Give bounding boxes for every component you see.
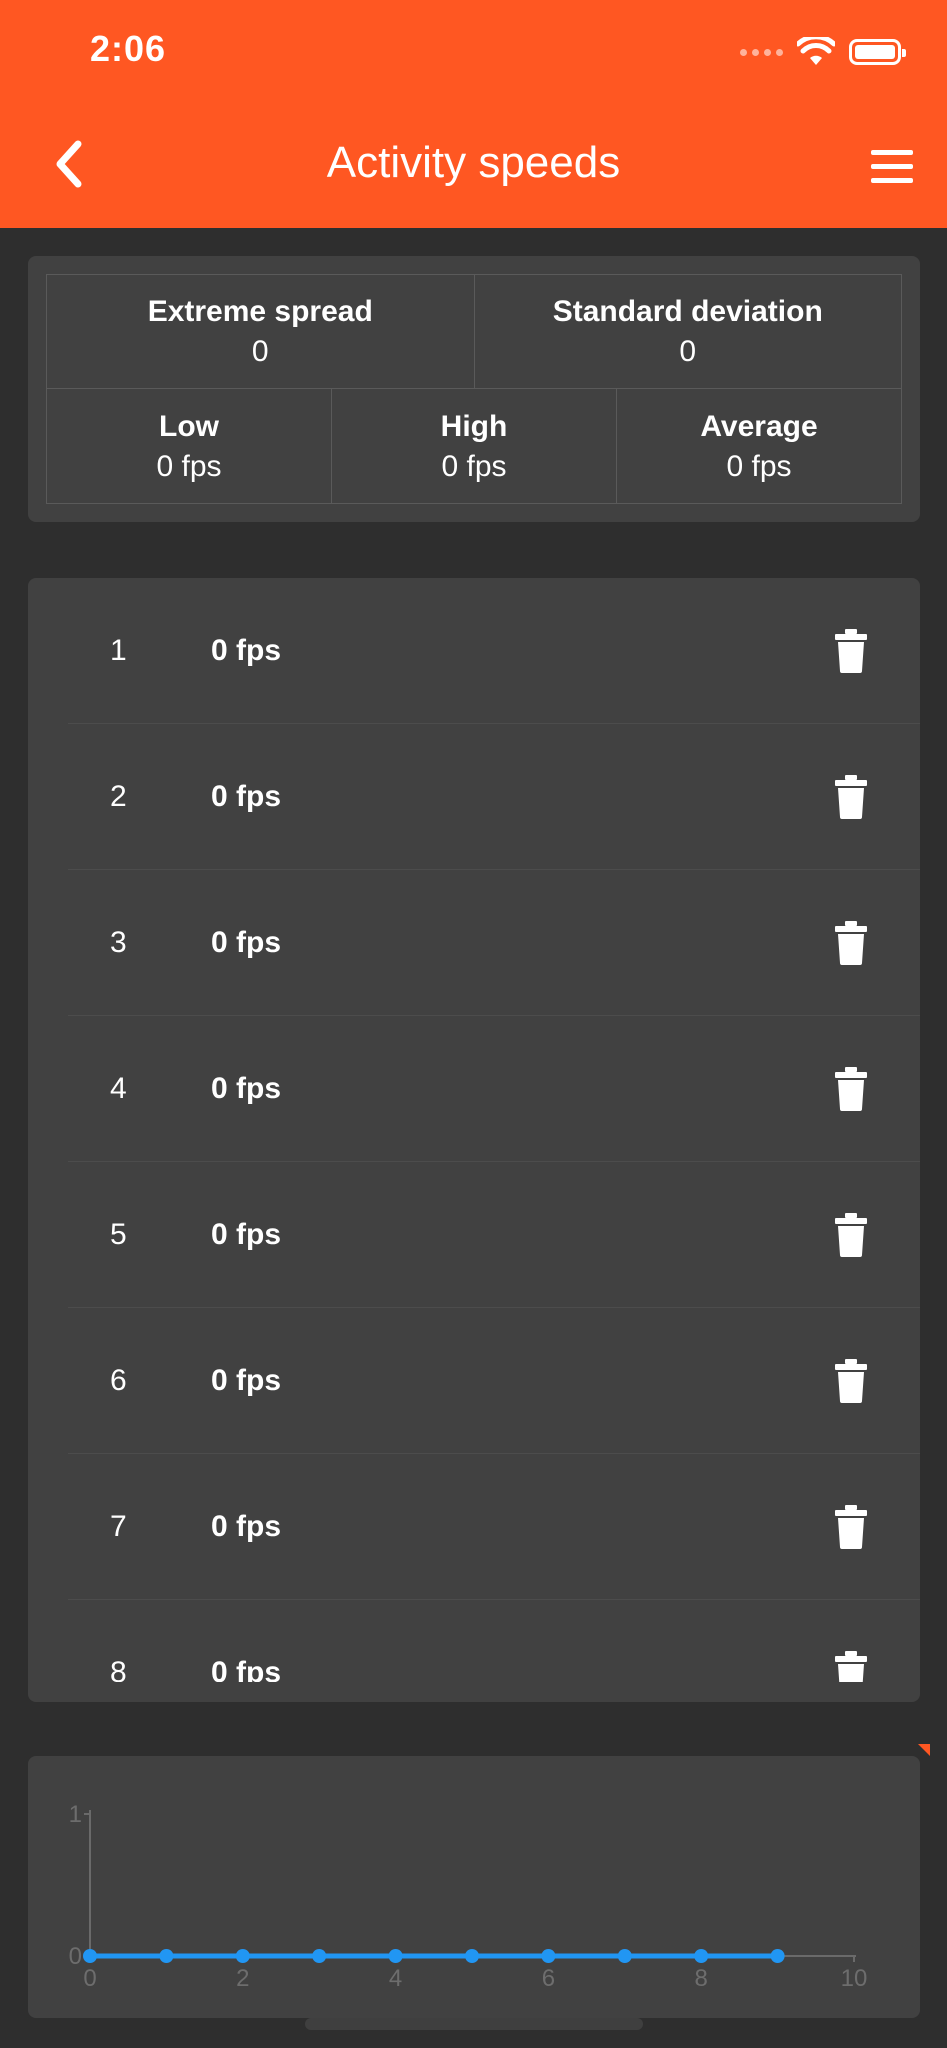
trash-icon (835, 1212, 867, 1257)
stat-value: 0 (251, 334, 269, 368)
shot-speed: 0 fps (211, 1071, 282, 1105)
x-tick-label: 4 (389, 1965, 402, 1992)
shot-row[interactable]: 5 0 fps (68, 1162, 920, 1308)
shot-speed: 0 fps (211, 925, 282, 959)
stat-high: High 0 fps (332, 389, 617, 504)
shot-speed: 0 fps (211, 633, 282, 667)
stat-label: Standard deviation (552, 294, 823, 328)
trash-icon (835, 1066, 867, 1111)
data-point (235, 1949, 250, 1963)
corner-marker (918, 1744, 930, 1756)
menu-button[interactable] (853, 140, 913, 192)
trash-icon (835, 628, 867, 673)
shot-row[interactable]: 8 0 fps (68, 1600, 920, 1682)
stat-standard-deviation: Standard deviation 0 (475, 275, 902, 388)
stat-label: High (440, 409, 508, 443)
shot-index: 4 (110, 1071, 127, 1105)
shot-row[interactable]: 4 0 fps (68, 1016, 920, 1162)
wifi-icon (797, 37, 835, 65)
y-tick-label: 1 (69, 1801, 82, 1828)
shot-index: 5 (110, 1217, 127, 1251)
data-point (770, 1949, 785, 1963)
stats-card: Extreme spread 0 Standard deviation 0 Lo… (28, 256, 920, 522)
shot-index: 8 (110, 1655, 127, 1683)
x-tick-label: 10 (841, 1965, 868, 1992)
stat-label: Low (159, 409, 219, 443)
shot-row[interactable]: 1 0 fps (68, 578, 920, 724)
shot-list[interactable]: 1 0 fps 2 0 fps 3 0 fps 4 0 fps 5 0 fps 6 0 fps 7 0 f… (28, 578, 920, 1702)
x-tick-label: 2 (236, 1965, 249, 1992)
x-tick-label: 8 (695, 1965, 708, 1992)
delete-shot-button[interactable] (835, 920, 867, 965)
data-point (541, 1949, 556, 1963)
stat-label: Extreme spread (147, 294, 373, 328)
data-point (83, 1949, 97, 1963)
delete-shot-button[interactable] (835, 1358, 867, 1403)
shot-speed: 0 fps (211, 1655, 282, 1683)
shot-row[interactable]: 2 0 fps (68, 724, 920, 870)
trash-icon (835, 1650, 867, 1682)
shot-row[interactable]: 7 0 fps (68, 1454, 920, 1600)
y-tick-label: 0 (69, 1943, 82, 1970)
stats-grid: Extreme spread 0 Standard deviation 0 Lo… (46, 274, 902, 504)
shot-index: 6 (110, 1363, 127, 1397)
delete-shot-button[interactable] (835, 1504, 867, 1549)
shot-index: 3 (110, 925, 127, 959)
x-tick-label: 6 (542, 1965, 555, 1992)
shot-index: 7 (110, 1509, 127, 1543)
stat-label: Average (700, 409, 818, 443)
stat-value: 0 (679, 334, 697, 368)
delete-shot-button[interactable] (835, 1650, 867, 1682)
page-title: Activity speeds (326, 138, 621, 187)
trash-icon (835, 1358, 867, 1403)
shot-speed: 0 fps (211, 779, 282, 813)
stat-value: 0 fps (726, 449, 792, 483)
home-indicator[interactable] (305, 2018, 643, 2030)
shot-speed: 0 fps (211, 1217, 282, 1251)
data-point (617, 1949, 632, 1963)
speed-chart: 010 2 4 6 8 10 (69, 1801, 868, 1992)
shot-index: 1 (110, 633, 127, 667)
delete-shot-button[interactable] (835, 1212, 867, 1257)
shot-row[interactable]: 6 0 fps (68, 1308, 920, 1454)
trash-icon (835, 920, 867, 965)
data-point (388, 1949, 403, 1963)
data-point (694, 1949, 709, 1963)
status-time: 2:06 (90, 28, 167, 69)
stat-value: 0 fps (156, 449, 222, 483)
status-icons (740, 36, 906, 68)
shot-speed: 0 fps (211, 1509, 282, 1543)
data-point (312, 1949, 327, 1963)
stat-value: 0 fps (441, 449, 507, 483)
x-tick-label: 0 (83, 1965, 96, 1992)
hamburger-icon (871, 149, 913, 155)
shot-list-scroll[interactable]: 1 0 fps 2 0 fps 3 0 fps 4 0 fps 5 0 fps 6 0 fps 7 0 f… (28, 578, 920, 1682)
stat-low: Low 0 fps (47, 389, 332, 504)
trash-icon (835, 774, 867, 819)
shot-speed: 0 fps (211, 1363, 282, 1397)
shot-index: 2 (110, 779, 127, 813)
delete-shot-button[interactable] (835, 1066, 867, 1111)
speed-chart-card: 0 1 0 2 4 6 8 10 (28, 1756, 920, 2018)
delete-shot-button[interactable] (835, 774, 867, 819)
delete-shot-button[interactable] (835, 628, 867, 673)
cellular-signal-icon (740, 48, 783, 56)
battery-icon (849, 39, 906, 65)
trash-icon (835, 1504, 867, 1549)
shot-row[interactable]: 3 0 fps (68, 870, 920, 1016)
data-point (465, 1949, 479, 1963)
stat-average: Average 0 fps (617, 389, 901, 504)
data-point (159, 1949, 174, 1963)
stat-extreme-spread: Extreme spread 0 (47, 275, 475, 388)
app-header: 2:06 Activity speeds (0, 0, 947, 228)
